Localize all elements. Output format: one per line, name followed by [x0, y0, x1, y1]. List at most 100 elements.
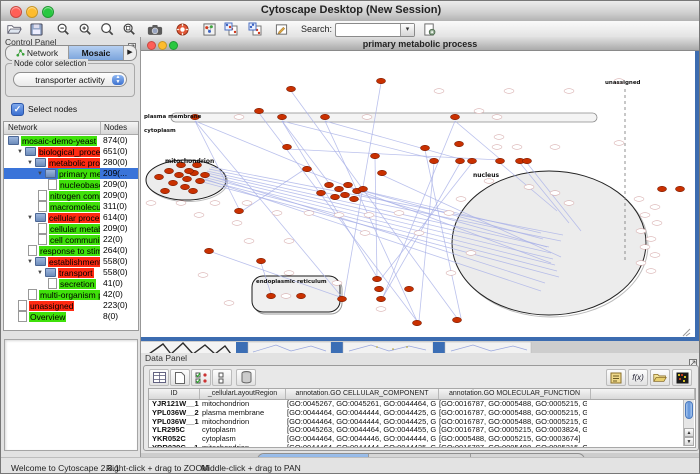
tree-row[interactable]: secretion41(0) — [4, 278, 138, 289]
select-nodes-checkbox[interactable]: ✓ — [11, 103, 24, 116]
load-attributes-icon[interactable] — [650, 369, 670, 386]
table-row[interactable]: YPL036W__2plasma membrane[GO:0044464, GO… — [149, 409, 695, 418]
overlay-hide-icon[interactable] — [247, 22, 263, 36]
tree-expand-icon[interactable]: ▼ — [27, 215, 33, 221]
page-icon — [18, 300, 27, 311]
table-row[interactable]: YLR295Ccytoplasm[GO:0045263, GO:0044464,… — [149, 426, 695, 435]
tab-network[interactable]: Network — [6, 46, 69, 60]
search-dropdown-icon[interactable]: ▾ — [400, 24, 414, 36]
search-input[interactable]: ▾ — [335, 23, 415, 37]
tree-row[interactable]: response to stimul264(0) — [4, 245, 138, 256]
tree-row[interactable]: ▼cellular process614(0) — [4, 212, 138, 223]
search-text-field[interactable] — [337, 24, 401, 36]
tree-expand-icon[interactable]: ▼ — [27, 160, 33, 166]
tree-row[interactable]: mosaic-demo-yeast874(0) — [4, 135, 138, 146]
tree-row[interactable]: multi-organism pro42(0) — [4, 289, 138, 300]
page-icon — [28, 245, 37, 256]
vizmapper-icon[interactable] — [201, 22, 217, 36]
tree-row[interactable]: ▼transport558(0) — [4, 267, 138, 278]
node-color-selection-group: Node color selection transporter activit… — [5, 63, 135, 97]
svg-text:unassigned: unassigned — [605, 80, 641, 86]
tree-row[interactable]: cell communicat22(0) — [4, 234, 138, 245]
unselect-attributes-icon[interactable] — [212, 369, 232, 386]
table-column-header[interactable]: _cellularLayoutRegion — [200, 389, 286, 399]
node-color-select[interactable]: transporter activity ▲▼ — [13, 72, 127, 87]
tree-header-divider — [100, 122, 101, 134]
birds-eye-view[interactable] — [4, 339, 138, 451]
scrollbar-thumb[interactable] — [685, 401, 693, 419]
tree-row-count: 280(0) — [103, 157, 128, 168]
control-panel: Control Panel Network Mosaic ▶ Node colo… — [1, 37, 141, 457]
tree-row[interactable]: unassigned223(0) — [4, 300, 138, 311]
matrix-view-icon[interactable] — [672, 369, 692, 386]
table-row[interactable]: YPL036W__1mitochondrion[GO:0044464, GO:0… — [149, 418, 695, 427]
tree-row-count: 558(0) — [103, 256, 128, 267]
formula-builder-icon[interactable]: f(x) — [628, 369, 648, 386]
select-nodes-label: Select nodes — [28, 104, 77, 114]
tab-network-label: Network — [27, 48, 58, 58]
tree-row-label: nitrogen compo — [49, 191, 100, 201]
tree-row[interactable]: Overview8(0) — [4, 311, 138, 322]
tab-mosaic[interactable]: Mosaic — [69, 46, 124, 60]
help-icon[interactable] — [174, 22, 190, 36]
annotation-icon[interactable] — [273, 22, 289, 36]
tree-row[interactable]: nucleobase-209(0) — [4, 179, 138, 190]
new-attribute-icon[interactable] — [170, 369, 190, 386]
tree-expand-icon[interactable]: ▼ — [27, 259, 33, 265]
status-pan-hint: Middle-click + drag to PAN — [201, 463, 301, 473]
attribute-table-header[interactable]: ID_cellularLayoutRegionannotation.GO CEL… — [149, 389, 695, 400]
tree-row[interactable]: cellular metabo209(0) — [4, 223, 138, 234]
search-label: Search: — [301, 24, 332, 34]
tree-expand-icon[interactable]: ▼ — [37, 171, 43, 177]
svg-text:plasma membrane: plasma membrane — [144, 114, 202, 120]
folder-icon — [8, 136, 19, 145]
table-column-header[interactable]: annotation.GO CELLULAR_COMPONENT — [286, 389, 439, 399]
tab-overflow-arrow-icon[interactable]: ▶ — [124, 46, 136, 60]
table-row[interactable]: YKR052Ccytoplasm[GO:0044464, GO:0044446,… — [149, 435, 695, 444]
tab-mosaic-label: Mosaic — [82, 48, 111, 58]
tree-row[interactable]: nitrogen compo209(0) — [4, 190, 138, 201]
save-icon[interactable] — [28, 22, 44, 36]
open-icon[interactable] — [6, 22, 22, 36]
tree-expand-icon[interactable]: ▼ — [37, 270, 43, 276]
import-icon[interactable] — [421, 22, 437, 36]
tree-expand-icon[interactable]: ▼ — [17, 149, 23, 155]
zoom-selected-icon[interactable] — [121, 22, 137, 36]
tree-row[interactable]: ▼metabolic process280(0) — [4, 157, 138, 168]
attribute-table[interactable]: ID_cellularLayoutRegionannotation.GO CEL… — [148, 388, 696, 448]
network-view-window: primary metabolic process plasma membran… — [141, 37, 699, 341]
table-mode-icon[interactable] — [149, 369, 169, 386]
snapshot-icon[interactable] — [147, 22, 163, 36]
folder-icon — [45, 268, 56, 277]
tree-row-label: mosaic-demo-yeast — [21, 136, 97, 146]
delete-attribute-icon[interactable] — [236, 369, 256, 386]
tree-row-label: primary metabo — [58, 169, 100, 179]
table-cell: cytoplasm — [199, 426, 284, 435]
data-panel-body: f(x) ID_cellularLayoutRegionannotation.G… — [143, 365, 699, 451]
table-cell: [GO:0044464, GO:0044444, GO:0044425, G..… — [284, 418, 436, 427]
zoom-in-icon[interactable] — [77, 22, 93, 36]
select-attributes-icon[interactable] — [191, 369, 211, 386]
background-windows-strip — [141, 341, 700, 353]
network-canvas[interactable]: plasma membranecytoplasmmitochondrionnuc… — [141, 51, 691, 337]
table-column-header[interactable]: ID — [149, 389, 200, 399]
tree-row[interactable]: ▼primary metabo209(... — [4, 168, 138, 179]
scroll-down-icon[interactable]: ▼ — [684, 437, 694, 446]
overlay-show-icon[interactable] — [223, 22, 239, 36]
select-nodes-checkbox-row: ✓ Select nodes — [11, 103, 77, 115]
zoom-fit-icon[interactable] — [99, 22, 115, 36]
table-column-header[interactable]: annotation.GO MOLECULAR_FUNCTION — [439, 389, 591, 399]
network-view-titlebar[interactable]: primary metabolic process — [141, 37, 699, 51]
tree-row[interactable]: ▼biological_process651(0) — [4, 146, 138, 157]
tree-row[interactable]: macromolecule311(0) — [4, 201, 138, 212]
attribute-list-icon[interactable] — [606, 369, 626, 386]
tree-row-label: cell communicat — [49, 235, 100, 245]
table-row[interactable]: YDR039C__1mitochondrion[GO:0044464, GO:0… — [149, 444, 695, 448]
status-welcome: Welcome to Cytoscape 2.8.1 — [11, 463, 120, 473]
table-row[interactable]: YJR121W__1mitochondrion[GO:0045267, GO:0… — [149, 400, 695, 409]
page-icon — [38, 234, 47, 245]
zoom-out-icon[interactable] — [55, 22, 71, 36]
tree-row[interactable]: ▼establishment of lo558(0) — [4, 256, 138, 267]
status-zoom-hint: Right-click + drag to ZOOM — [106, 463, 209, 473]
scroll-up-icon[interactable]: ▲ — [684, 428, 694, 437]
